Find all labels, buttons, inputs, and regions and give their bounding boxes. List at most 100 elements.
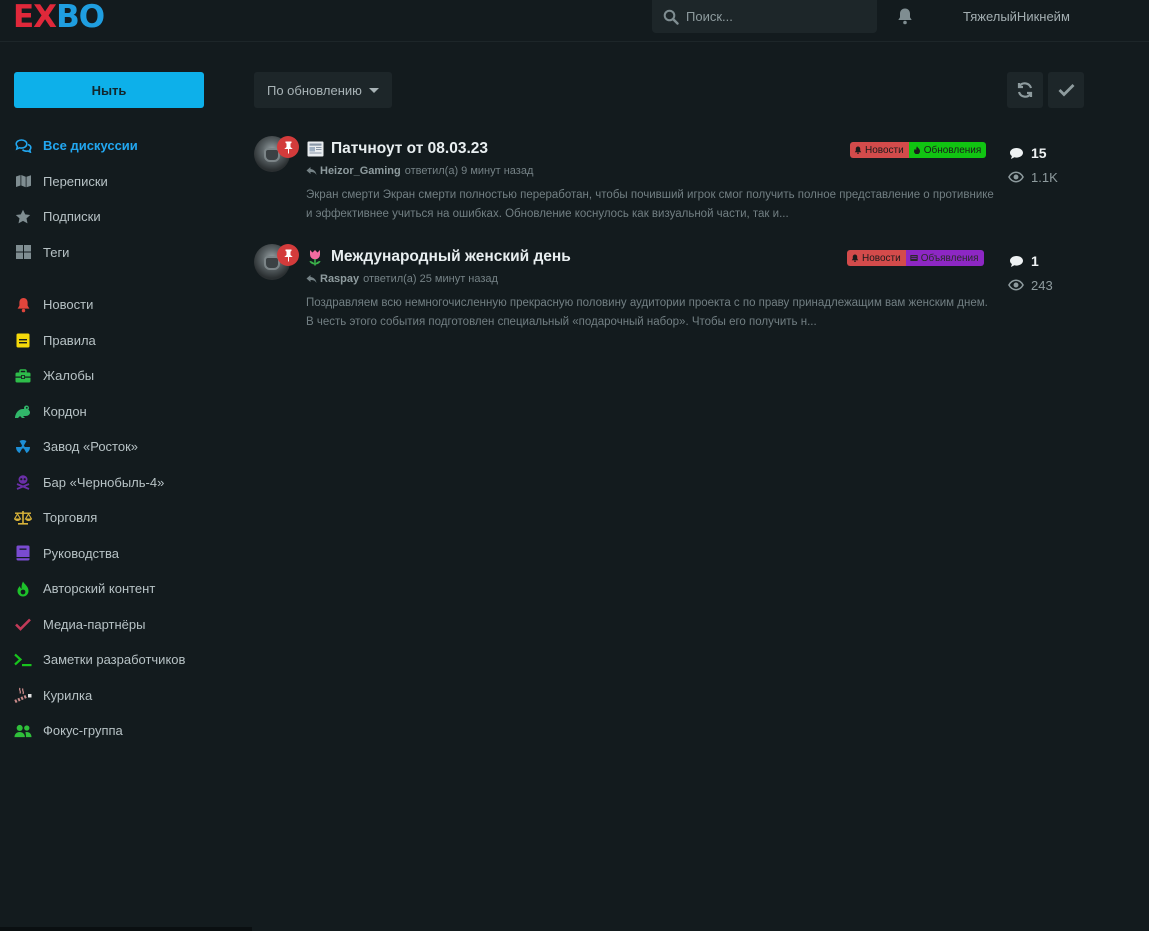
tag-item-rules[interactable]: Правила [14,323,224,359]
nav-item-tags[interactable]: Теги [14,235,224,271]
newspaper-icon [910,255,918,261]
user-menu[interactable]: ТяжелыйНикнейм [963,9,1070,24]
bell-icon [851,254,859,262]
tag-item-bar[interactable]: Бар «Чернобыль-4» [14,465,224,501]
caret-down-icon [368,87,379,93]
sort-dropdown[interactable]: По обновлению [254,72,392,108]
sort-dropdown-label: По обновлению [267,82,362,98]
tag-label: Правила [43,332,96,348]
reply-icon [306,275,317,283]
tag-label: Кордон [43,403,87,419]
reply-icon [306,167,317,175]
reply-time: ответил(а) 9 минут назад [404,165,534,177]
map-icon [14,172,32,190]
tag-label: Завод «Росток» [43,439,138,455]
tag-item-author-content[interactable]: Авторский контент [14,571,224,607]
check-icon [1058,84,1074,97]
discussion-title-text: Патчноут от 08.03.23 [331,140,488,157]
tag-item-guides[interactable]: Руководства [14,536,224,572]
tag-label: Торговля [43,510,98,526]
discussion-stats: 15 1.1K [1008,141,1088,189]
bottom-edge [0,927,252,931]
nav-item-following[interactable]: Подписки [14,199,224,235]
nav-label: Переписки [43,173,108,189]
check-icon [14,615,32,633]
users-icon [14,722,32,740]
comments-icon [14,137,32,155]
comments-count-value: 1 [1031,253,1039,269]
comment-icon [1008,145,1024,161]
tag-item-dev-notes[interactable]: Заметки разработчиков [14,642,224,678]
notifications-bell-icon[interactable] [896,7,914,25]
discussion-excerpt: Экран смерти Экран смерти полностью пере… [306,189,994,220]
tag-label: Медиа-партнёры [43,616,146,632]
tag-badge-updates[interactable]: Обновления [908,142,987,158]
tag-label: Авторский контент [43,581,156,597]
comment-icon [1008,253,1024,269]
search-input[interactable] [686,9,856,24]
fire-icon [14,580,32,598]
toolbox-icon [14,367,32,385]
tag-label: Руководства [43,545,119,561]
nav-item-private-messages[interactable]: Переписки [14,164,224,200]
eye-icon [1008,169,1024,185]
tag-nav: Новости Правила Жалобы Кордон Завод «Рос… [14,287,224,749]
reply-username[interactable]: Raspay [320,273,359,285]
tulip-icon [306,248,324,266]
tag-badge-announcements[interactable]: Объявления [905,250,984,266]
logo-text-left: EX [13,0,57,35]
discussion-excerpt: Поздравляем всю немногочисленную прекрас… [306,297,988,328]
discussion-title[interactable]: Патчноут от 08.03.23 [306,140,488,158]
comments-count-value: 15 [1031,145,1047,161]
tag-badge-news[interactable]: Новости [850,142,909,158]
refresh-icon [1017,82,1033,98]
mark-all-read-button[interactable] [1048,72,1084,108]
tag-item-rostok[interactable]: Завод «Росток» [14,429,224,465]
tag-badge-label: Обновления [923,144,982,156]
skull-crossbones-icon [14,473,32,491]
tag-badge-news[interactable]: Новости [847,250,906,266]
tag-label: Заметки разработчиков [43,652,186,668]
balance-scale-icon [14,509,32,527]
nav-label: Все дискуссии [43,138,138,154]
search-icon [663,9,679,25]
tag-item-news[interactable]: Новости [14,287,224,323]
tag-item-cordon[interactable]: Кордон [14,394,224,430]
discussion-meta: Raspay ответил(а) 25 минут назад [306,273,498,285]
terminal-icon [14,651,32,669]
nav-item-all-discussions[interactable]: Все дискуссии [14,128,224,164]
nav-label: Теги [43,244,70,260]
reply-time: ответил(а) 25 минут назад [363,273,498,285]
tag-item-complaints[interactable]: Жалобы [14,358,224,394]
newspaper-icon [306,140,324,158]
sticky-note-icon [14,331,32,349]
tag-item-smoking-room[interactable]: Курилка [14,678,224,714]
tag-item-focus-group[interactable]: Фокус-группа [14,713,224,749]
radiation-icon [14,438,32,456]
fire-icon [913,146,920,154]
tag-item-trade[interactable]: Торговля [14,500,224,536]
pin-icon [277,136,299,158]
tag-label: Фокус-группа [43,723,123,739]
tag-item-media-partners[interactable]: Медиа-партнёры [14,607,224,643]
tag-label: Бар «Чернобыль-4» [43,474,165,490]
header: EXBO ТяжелыйНикнейм [0,0,1149,42]
discussion-item[interactable]: Патчноут от 08.03.23 Heizor_Gaming ответ… [254,136,1084,236]
tag-label: Новости [43,297,94,313]
views-count: 1.1K [1008,165,1088,189]
site-logo[interactable]: EX BO [13,0,105,35]
star-icon [14,208,32,226]
discussion-item[interactable]: Международный женский день Raspay ответи… [254,244,1084,344]
search-box[interactable] [652,0,877,33]
discussion-title-text: Международный женский день [331,248,571,265]
discussion-title[interactable]: Международный женский день [306,248,571,266]
discussion-tags: Новости Обновления [850,142,987,158]
views-count-value: 243 [1031,277,1053,293]
start-discussion-button[interactable]: Ныть [14,72,204,108]
discussion-meta: Heizor_Gaming ответил(а) 9 минут назад [306,165,533,177]
refresh-button[interactable] [1007,72,1043,108]
discussion-stats: 1 243 [1008,249,1088,297]
discussion-tags: Новости Объявления [847,250,984,266]
pin-icon [277,244,299,266]
reply-username[interactable]: Heizor_Gaming [320,165,401,177]
